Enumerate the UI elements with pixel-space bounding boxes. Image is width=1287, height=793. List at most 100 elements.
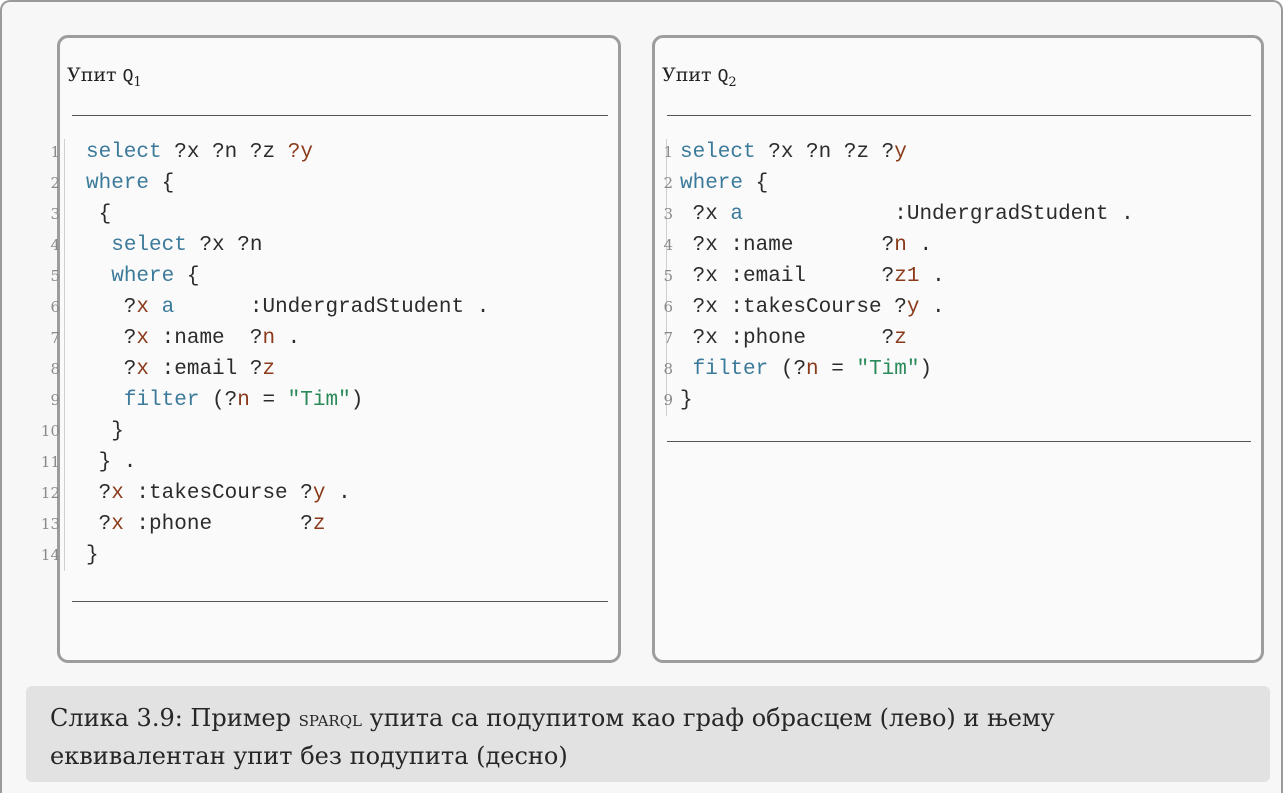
code-token: n [806, 358, 819, 381]
code-token: { [743, 172, 769, 195]
code-line: ?x :email ?z [86, 354, 275, 385]
line-number: 2 [50, 174, 60, 192]
line-number: 5 [50, 267, 60, 285]
code-token: a [161, 296, 175, 319]
code-token: ?y [287, 141, 313, 164]
top-rule [667, 115, 1251, 116]
line-number: 8 [50, 360, 60, 378]
code-token: ?x :phone ? [680, 327, 895, 350]
code-token: :name ? [149, 327, 263, 350]
code-token: "Tim" [856, 358, 920, 381]
code-line: select ?x ?n ?z ?y [86, 137, 313, 168]
code-token: a [730, 203, 744, 226]
line-number: 11 [40, 453, 60, 471]
line-number: 10 [40, 422, 60, 440]
line-number: 9 [663, 391, 673, 409]
code-token: y [894, 141, 907, 164]
code-line: ?x :phone ?z [680, 323, 907, 354]
code-token: ? [86, 296, 137, 319]
code-line: filter (?n = "Tim") [86, 385, 363, 416]
code-token: ?x ?n [186, 234, 263, 257]
code-token: ?x [174, 141, 200, 164]
code-line: } [86, 416, 124, 447]
code-token: x [111, 513, 124, 536]
code-token: x [136, 327, 150, 350]
line-number: 9 [50, 391, 60, 409]
code-line: ?x :name ?n . [680, 230, 932, 261]
code-token: where [86, 172, 150, 195]
code-line: select ?x ?n [86, 230, 262, 261]
code-token: select [111, 234, 187, 257]
code-line: ?x a :UndergradStudent . [680, 199, 1134, 230]
query-subscript: 1 [133, 74, 142, 90]
line-number: 6 [663, 298, 673, 316]
code-token: ? [86, 327, 137, 350]
code-line: } . [86, 447, 137, 478]
code-token: filter [692, 358, 769, 381]
code-line: ?x :phone ?z [86, 509, 326, 540]
code-token: = [249, 389, 288, 412]
code-token: x [136, 358, 150, 381]
code-line: { [86, 199, 112, 230]
line-number: 7 [50, 329, 60, 347]
query-symbol: Q [717, 67, 729, 87]
code-token: ?x :takesCourse ? [680, 296, 907, 319]
code-token: where [111, 265, 175, 288]
code-token: z1 [894, 265, 920, 288]
line-number-gutter [64, 139, 65, 571]
code-line: } [680, 385, 693, 416]
line-number: 4 [663, 236, 673, 254]
code-line: select ?x ?n ?z ?y [680, 137, 907, 168]
code-token: = [818, 358, 857, 381]
code-token: ?z [249, 141, 276, 164]
code-token: } [86, 420, 124, 443]
top-rule [72, 115, 608, 116]
code-token: } [86, 544, 99, 567]
code-token: . [325, 482, 351, 505]
code-line: ?x a :UndergradStudent . [86, 292, 490, 323]
line-number: 5 [663, 267, 673, 285]
code-token: ?x [680, 203, 731, 226]
code-token: ? [86, 482, 112, 505]
code-token: :phone ? [123, 513, 313, 536]
line-number: 12 [40, 484, 60, 502]
code-line: ?x :name ?n . [86, 323, 300, 354]
code-token: ?x ?n ?z ? [755, 141, 895, 164]
caption-sparql: sparql [298, 707, 362, 732]
code-token: . [275, 327, 301, 350]
panel-title-q2: Упит Q2 [662, 64, 737, 90]
line-number: 3 [663, 205, 673, 223]
caption-prefix: Слика 3.9: Пример [50, 704, 299, 732]
line-number: 2 [663, 174, 673, 192]
code-token: z [894, 327, 907, 350]
code-token: z [312, 513, 326, 536]
caption-line2: еквивалентан упит без подупита (десно) [50, 742, 568, 770]
code-line: ?x :takesCourse ?y . [680, 292, 945, 323]
figure-caption: Слика 3.9: Пример sparql упита са подупи… [26, 686, 1270, 782]
code-token: "Tim" [287, 389, 351, 412]
code-line: where { [86, 168, 174, 199]
code-token: ) [350, 389, 364, 412]
code-line: } [86, 540, 99, 571]
query-panel-q1: Упит Q1 1 select ?x ?n ?z ?y 2 where {3 {4 … [41, 35, 621, 663]
code-token: (? [768, 358, 807, 381]
bottom-rule [667, 441, 1251, 442]
code-token: { [174, 265, 200, 288]
code-token: x [136, 296, 150, 319]
line-number: 1 [50, 143, 60, 161]
code-token: :UndergradStudent . [743, 203, 1134, 226]
panel-title-text: Упит [662, 64, 718, 86]
line-number: 7 [663, 329, 673, 347]
line-number: 8 [663, 360, 673, 378]
line-number: 14 [40, 546, 60, 564]
code-token: n [237, 389, 250, 412]
code-token: (? [199, 389, 238, 412]
code-token: z [262, 358, 276, 381]
panel-title-text: Упит [67, 64, 123, 86]
